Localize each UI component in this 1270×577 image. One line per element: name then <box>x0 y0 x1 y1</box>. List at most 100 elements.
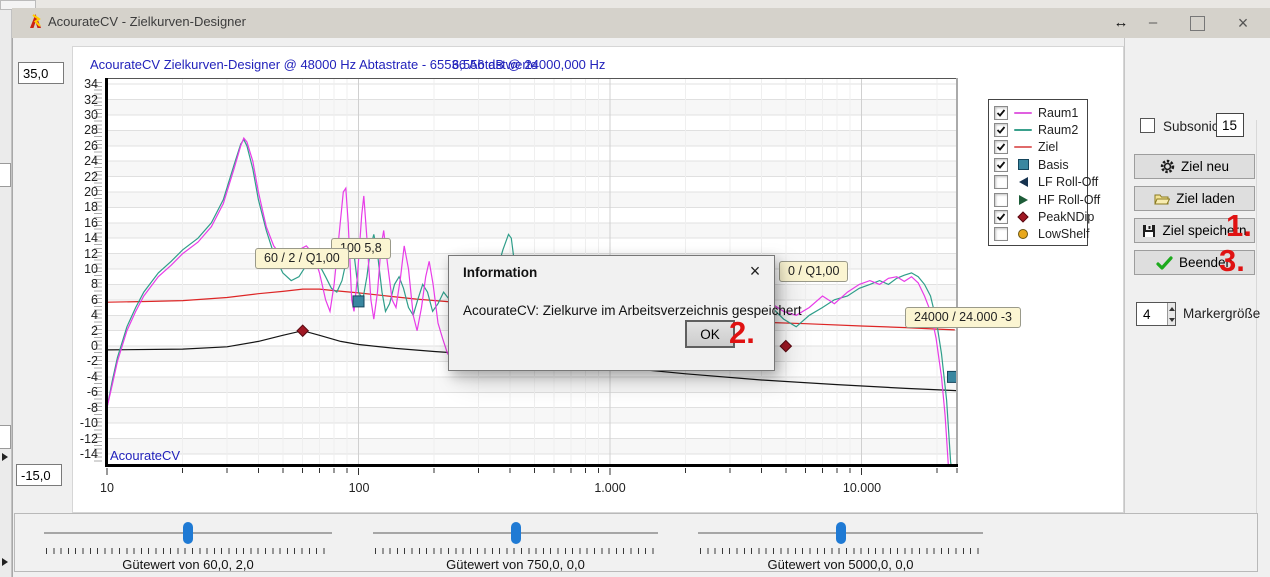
legend-item-raum2[interactable]: Raum2 <box>989 121 1087 138</box>
legend-checkbox[interactable] <box>994 123 1008 137</box>
cursor-readout: 6,556 dB @ 24000,000 Hz <box>452 57 605 72</box>
information-dialog: Information × AcourateCV: Zielkurve im A… <box>448 255 775 371</box>
y-tick-label: 20 <box>68 185 98 199</box>
panel-divider <box>1124 38 1125 513</box>
legend-label: PeakNDip <box>1038 210 1094 224</box>
legend-label: Basis <box>1038 158 1069 172</box>
plot-band <box>108 408 956 423</box>
y-tick-label: 34 <box>68 77 98 91</box>
circle-symbol-icon <box>1013 229 1033 239</box>
marker-size-stepper[interactable] <box>1136 302 1176 326</box>
slider-ticks <box>375 548 656 554</box>
slider-thumb[interactable] <box>511 522 521 544</box>
background-fragment <box>0 425 11 449</box>
y-max-input[interactable] <box>18 62 64 84</box>
minimize-button[interactable]: – <box>1140 13 1166 33</box>
resize-horizontal-icon[interactable]: ↔ <box>1108 13 1134 33</box>
slider-thumb[interactable] <box>836 522 846 544</box>
gear-icon <box>1160 159 1175 174</box>
background-cursor-fragment <box>2 558 8 566</box>
x-tick-label: 10 <box>100 481 114 495</box>
line-symbol-icon <box>1013 112 1033 114</box>
legend-label: HF Roll-Off <box>1038 193 1100 207</box>
slider-label: Gütewert von 5000,0, 0,0 <box>698 557 983 572</box>
maximize-button[interactable] <box>1190 16 1205 31</box>
background-cursor-fragment <box>2 453 8 461</box>
square-symbol-icon <box>1013 159 1033 170</box>
legend-checkbox[interactable] <box>994 193 1008 207</box>
plot-band <box>108 439 956 454</box>
legend-checkbox[interactable] <box>994 175 1008 189</box>
q-slider-60hz: Gütewert von 60,0, 2,0 <box>44 521 332 571</box>
y-tick-label: 10 <box>68 262 98 276</box>
legend-item-lowshelf[interactable]: LowShelf <box>989 226 1087 243</box>
legend-checkbox[interactable] <box>994 158 1008 172</box>
app-icon <box>27 13 44 30</box>
y-tick-label: -6 <box>68 385 98 399</box>
y-tick-label: -10 <box>68 416 98 430</box>
x-tick-label: 1.000 <box>594 481 625 495</box>
marker-tag: 0 / Q1,00 <box>779 261 848 282</box>
slider-thumb[interactable] <box>183 522 193 544</box>
dialog-close-icon[interactable]: × <box>744 261 766 282</box>
slider-label: Gütewert von 750,0, 0,0 <box>373 557 658 572</box>
y-tick-label: 12 <box>68 247 98 261</box>
y-tick-label: -14 <box>68 447 98 461</box>
legend-label: Raum1 <box>1038 106 1078 120</box>
button-label: Ziel laden <box>1176 191 1235 206</box>
green-check-icon <box>1156 256 1173 270</box>
annotation-step-1: 1. <box>1226 210 1252 241</box>
basis-marker[interactable] <box>353 296 364 307</box>
legend-item-basis[interactable]: Basis <box>989 156 1087 173</box>
y-tick-label: 18 <box>68 200 98 214</box>
y-tick-label: 2 <box>68 324 98 338</box>
triangle-right-symbol-icon <box>1013 195 1033 205</box>
ziel-neu-button[interactable]: Ziel neu <box>1134 154 1255 179</box>
line-symbol-icon <box>1013 146 1033 148</box>
legend-item-ziel[interactable]: Ziel <box>989 139 1087 156</box>
legend-label: Ziel <box>1038 140 1058 154</box>
y-tick-label: 26 <box>68 139 98 153</box>
marker-size-input[interactable] <box>1137 303 1167 325</box>
y-tick-label: 22 <box>68 170 98 184</box>
subsonic-value-input[interactable] <box>1216 113 1244 137</box>
triangle-left-symbol-icon <box>1013 177 1033 187</box>
plot-band <box>108 223 956 238</box>
q-slider-5000hz: Gütewert von 5000,0, 0,0 <box>698 521 983 571</box>
slider-ticks <box>700 548 981 554</box>
spinner-up-icon[interactable] <box>1168 303 1175 314</box>
folder-open-icon <box>1154 192 1170 206</box>
spinner-down-icon[interactable] <box>1168 314 1175 325</box>
legend: Raum1Raum2 Ziel Basis LF Roll-OffHF Roll-Of… <box>988 99 1088 246</box>
x-tick-label: 10.000 <box>843 481 881 495</box>
y-tick-label: 30 <box>68 108 98 122</box>
y-tick-label: -12 <box>68 432 98 446</box>
line-symbol-icon <box>1013 129 1033 131</box>
y-tick-label: 0 <box>68 339 98 353</box>
y-tick-label: 16 <box>68 216 98 230</box>
annotation-step-2: 2. <box>729 317 755 348</box>
close-button[interactable]: × <box>1230 13 1256 33</box>
y-tick-label: -8 <box>68 401 98 415</box>
marker-tag: 24000 / 24.000 -3 <box>905 307 1021 328</box>
ok-button[interactable]: OK <box>685 320 735 348</box>
legend-label: LF Roll-Off <box>1038 175 1098 189</box>
subsonic-checkbox[interactable] <box>1140 118 1155 133</box>
legend-item-hf-roll-off[interactable]: HF Roll-Off <box>989 191 1087 208</box>
legend-checkbox[interactable] <box>994 140 1008 154</box>
legend-item-peakndip[interactable]: PeakNDip <box>989 208 1087 225</box>
y-min-input[interactable] <box>16 464 62 486</box>
plot-band <box>108 100 956 115</box>
slider-label: Gütewert von 60,0, 2,0 <box>44 557 332 572</box>
legend-item-raum1[interactable]: Raum1 <box>989 104 1087 121</box>
legend-checkbox[interactable] <box>994 227 1008 241</box>
legend-checkbox[interactable] <box>994 210 1008 224</box>
watermark: AcourateCV <box>110 448 180 463</box>
legend-checkbox[interactable] <box>994 106 1008 120</box>
q-slider-750hz: Gütewert von 750,0, 0,0 <box>373 521 658 571</box>
diamond-symbol-icon <box>1013 213 1033 221</box>
legend-item-lf-roll-off[interactable]: LF Roll-Off <box>989 174 1087 191</box>
y-tick-label: 8 <box>68 277 98 291</box>
plot-band <box>108 130 956 145</box>
marker-tag: 60 / 2 / Q1,00 <box>255 248 349 269</box>
